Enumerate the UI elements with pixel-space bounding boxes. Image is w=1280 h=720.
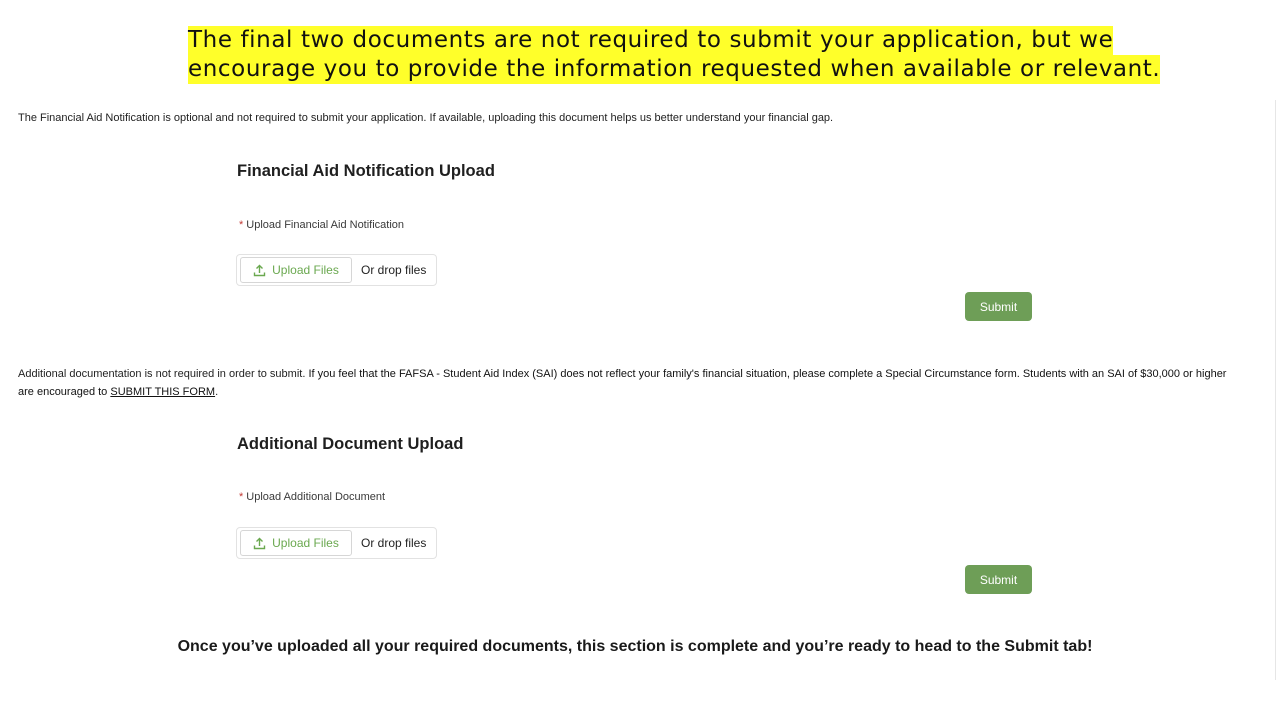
upload-files-label: Upload Files [272,536,339,550]
additional-doc-intro-text: Additional documentation is not required… [18,365,1243,401]
required-asterisk: * [239,491,244,503]
additional-doc-field-label: * Upload Additional Document [239,491,385,503]
financial-aid-field-label-text: Upload Financial Aid Notification [246,219,405,231]
completion-message: Once you’ve uploaded all your required d… [177,638,1093,655]
highlight-banner: The final two documents are not required… [188,26,1161,84]
financial-aid-submit-button[interactable]: Submit [965,292,1032,321]
banner-line-1: The final two documents are not required… [188,26,1114,55]
upload-icon [253,537,266,550]
additional-doc-upload-files-button[interactable]: Upload Files [240,530,352,556]
financial-aid-file-dropzone[interactable]: Upload Files Or drop files [236,254,437,286]
additional-doc-file-dropzone[interactable]: Upload Files Or drop files [236,527,437,559]
financial-aid-intro-text: The Financial Aid Notification is option… [18,112,834,124]
banner-line-2: encourage you to provide the information… [188,55,1161,84]
scrollbar-track[interactable] [1275,100,1280,680]
additional-doc-intro-part1: Additional documentation is not required… [18,368,306,380]
additional-doc-submit-button[interactable]: Submit [965,565,1032,594]
financial-aid-upload-files-button[interactable]: Upload Files [240,257,352,283]
required-asterisk: * [239,219,244,231]
page: The final two documents are not required… [0,0,1280,720]
additional-doc-field-label-text: Upload Additional Document [246,491,386,503]
financial-aid-section-title: Financial Aid Notification Upload [237,162,495,180]
drop-files-text: Or drop files [361,263,427,277]
additional-doc-intro-end: . [215,386,219,398]
financial-aid-field-label: * Upload Financial Aid Notification [239,219,404,231]
upload-files-label: Upload Files [272,263,339,277]
additional-doc-section-title: Additional Document Upload [237,435,464,453]
drop-files-text: Or drop files [361,536,427,550]
upload-icon [253,264,266,277]
submit-this-form-link[interactable]: SUBMIT THIS FORM [110,386,215,398]
